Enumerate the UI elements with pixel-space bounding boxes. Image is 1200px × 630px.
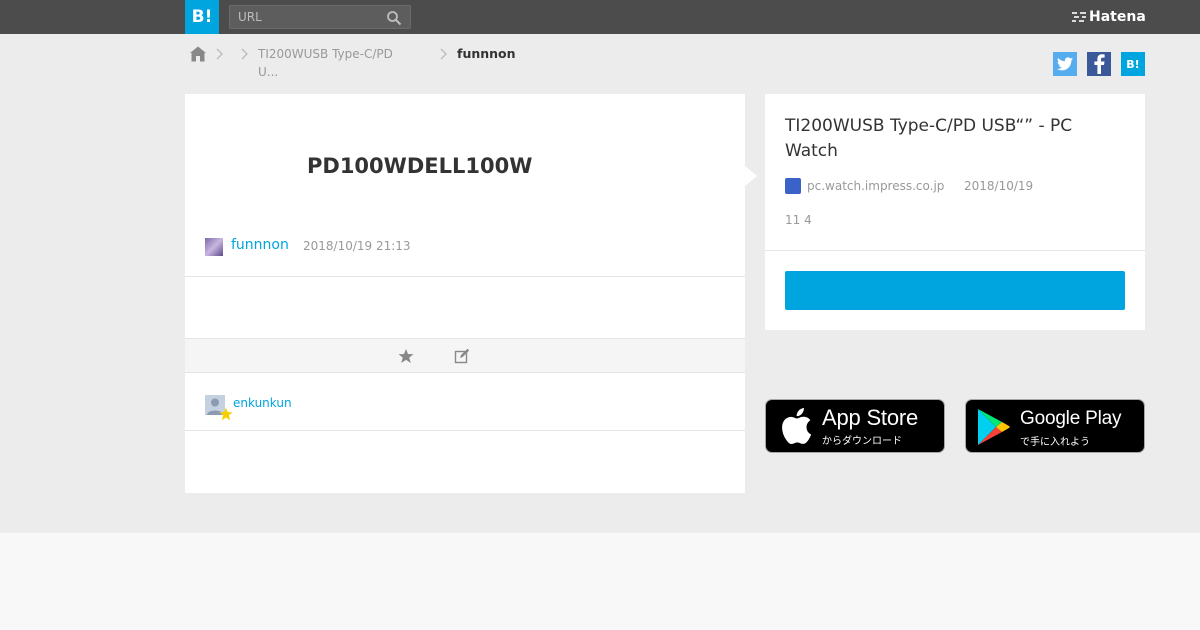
- app-store-badge[interactable]: App Store からダウンロード: [765, 399, 945, 453]
- search-box: [229, 5, 411, 29]
- bookmark-button[interactable]: [785, 271, 1125, 310]
- chevron-right-icon: [216, 48, 223, 60]
- entry-card: TI200WUSB Type-C/PD USB“” - PC Watch pc.…: [765, 94, 1145, 330]
- logo-text: B!: [191, 7, 213, 27]
- comment-card: PD100WDELL100W funnnon 2018/10/19 21:13 …: [185, 94, 745, 493]
- comment-datetime[interactable]: 2018/10/19 21:13: [303, 239, 411, 253]
- share-twitter-button[interactable]: [1053, 52, 1077, 76]
- google-play-title: Google Play: [1020, 408, 1122, 429]
- share-facebook-button[interactable]: [1087, 52, 1111, 76]
- star-icon[interactable]: [398, 348, 414, 364]
- chevron-right-icon: [241, 48, 248, 60]
- entry-domain-link[interactable]: pc.watch.impress.co.jp: [807, 179, 944, 193]
- apple-icon: [782, 408, 812, 444]
- google-play-badge[interactable]: Google Play で手に入れよう: [965, 399, 1145, 453]
- breadcrumb-current-user: funnnon: [457, 46, 516, 61]
- edit-icon[interactable]: [454, 348, 470, 364]
- global-header: B! Hatena: [0, 0, 1200, 34]
- search-input[interactable]: [230, 6, 380, 28]
- card-pointer: [745, 166, 757, 186]
- hatena-brand-link[interactable]: Hatena: [1072, 7, 1146, 27]
- hatena-dots-icon: [1072, 12, 1086, 22]
- chevron-right-icon: [440, 48, 447, 60]
- facebook-icon: [1094, 54, 1105, 74]
- google-play-icon: [978, 409, 1010, 445]
- divider: [185, 430, 745, 431]
- search-icon[interactable]: [386, 10, 402, 26]
- share-hatena-button[interactable]: B!: [1121, 52, 1145, 76]
- site-favicon: [785, 178, 801, 194]
- comment-text: PD100WDELL100W: [307, 154, 533, 178]
- entry-counts: 11 4: [785, 213, 812, 227]
- home-icon[interactable]: [189, 45, 207, 63]
- avatar[interactable]: [205, 238, 223, 256]
- star-user-link[interactable]: enkunkun: [233, 396, 292, 410]
- hatena-share-label: B!: [1126, 57, 1140, 71]
- divider: [765, 250, 1145, 251]
- app-store-subtitle: からダウンロード: [822, 436, 902, 447]
- entry-date: 2018/10/19: [964, 179, 1034, 193]
- comment-user-link[interactable]: funnnon: [231, 237, 289, 253]
- divider: [185, 276, 745, 277]
- app-store-title: App Store: [822, 405, 919, 430]
- comment-action-bar: [185, 338, 745, 373]
- yellow-star-icon: [219, 407, 233, 421]
- entry-title-link[interactable]: TI200WUSB Type-C/PD USB“” - PC Watch: [785, 114, 1085, 164]
- breadcrumb-entry-link[interactable]: TI200WUSB Type-C/PD U...: [258, 45, 408, 81]
- brand-text: Hatena: [1089, 9, 1146, 25]
- google-play-subtitle: で手に入れよう: [1020, 437, 1090, 448]
- twitter-icon: [1057, 57, 1073, 71]
- hatena-bookmark-logo[interactable]: B!: [185, 0, 219, 34]
